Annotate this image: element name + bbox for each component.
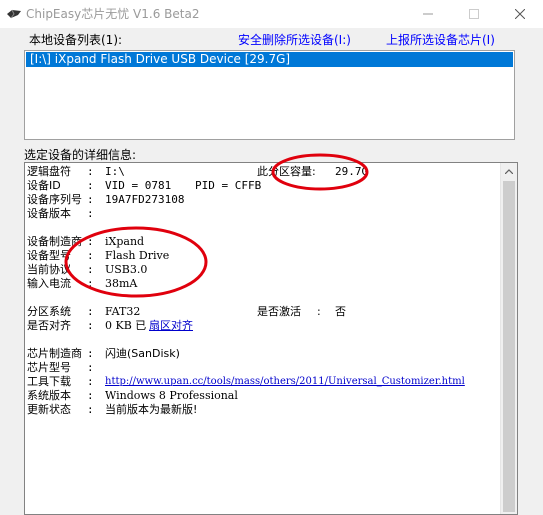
details-scrollbar[interactable] — [500, 163, 517, 514]
version-colon: : — [87, 207, 94, 220]
manufacturer-colon: : — [87, 235, 94, 248]
details-label: 选定设备的详细信息: — [24, 148, 137, 162]
minimize-button[interactable] — [405, 0, 451, 28]
activated-value: 否 — [335, 305, 346, 318]
safe-remove-link[interactable]: 安全删除所选设备(I:) — [238, 31, 351, 48]
update-status-key: 更新状态 — [27, 403, 71, 416]
chip-vendor-value: 闪迪(SanDisk) — [105, 347, 180, 360]
aligned-value: 0 KB 已 — [105, 319, 147, 332]
device-list[interactable]: [I:\] iXpand Flash Drive USB Device [29.… — [24, 50, 515, 140]
manufacturer-key: 设备制造商 — [27, 235, 82, 248]
scroll-up-arrow[interactable] — [501, 163, 517, 180]
chip-vendor-colon: : — [87, 347, 94, 360]
os-version-key: 系统版本 — [27, 389, 71, 402]
drive-letter-key: 逻辑盘符 — [27, 165, 71, 178]
current-key: 输入电流 — [27, 277, 71, 290]
current-value: 38mA — [105, 277, 138, 290]
activated-key: 是否激活 — [257, 305, 301, 318]
title-bar: ChipEasy芯片无忧 V1.6 Beta2 — [0, 0, 543, 28]
capacity-value: 29.7G — [335, 165, 369, 178]
report-chip-link[interactable]: 上报所选设备芯片(I) — [386, 31, 495, 48]
current-colon: : — [87, 277, 94, 290]
serial-colon: : — [87, 193, 94, 206]
protocol-key: 当前协议 — [27, 263, 71, 276]
scroll-thumb[interactable] — [503, 181, 515, 512]
model-key: 设备型号 — [27, 249, 71, 262]
minimize-icon — [423, 13, 433, 15]
aligned-colon: : — [87, 319, 94, 332]
model-value: Flash Drive — [105, 249, 170, 262]
sector-align-link[interactable]: 扇区对齐 — [149, 319, 193, 333]
filesystem-colon: : — [87, 305, 94, 318]
device-list-item[interactable]: [I:\] iXpand Flash Drive USB Device [29.… — [26, 52, 513, 67]
drive-letter-colon: : — [87, 165, 94, 178]
details-panel: 逻辑盘符 : I:\ 此分区容量: 29.7G 设备ID : VID = 078… — [24, 162, 518, 515]
version-key: 设备版本 — [27, 207, 71, 220]
device-pid: PID = CFFB — [195, 179, 262, 192]
serial-key: 设备序列号 — [27, 193, 82, 206]
drive-letter-value: I:\ — [105, 165, 125, 178]
tool-download-link[interactable]: http://www.upan.cc/tools/mass/others/201… — [105, 375, 465, 389]
aligned-key: 是否对齐 — [27, 319, 71, 332]
chip-model-colon: : — [87, 361, 94, 374]
capacity-key: 此分区容量: — [257, 165, 316, 178]
protocol-colon: : — [87, 263, 94, 276]
model-colon: : — [87, 249, 94, 262]
window-title: ChipEasy芯片无忧 V1.6 Beta2 — [26, 7, 200, 21]
device-id-key: 设备ID — [27, 179, 61, 192]
device-id-colon: : — [87, 179, 94, 192]
maximize-button[interactable] — [451, 0, 497, 28]
serial-value: 19A7FD273108 — [105, 193, 185, 206]
device-list-label: 本地设备列表(1): — [29, 33, 123, 47]
update-status-value: 当前版本为最新版! — [105, 403, 198, 416]
chip-vendor-key: 芯片制造商 — [27, 347, 82, 360]
filesystem-value: FAT32 — [105, 305, 141, 318]
activated-colon: : — [317, 305, 321, 318]
device-vid: VID = 0781 — [105, 179, 172, 192]
manufacturer-value: iXpand — [105, 235, 145, 248]
close-button[interactable] — [497, 0, 543, 28]
tool-download-key: 工具下载 — [27, 375, 71, 388]
os-version-colon: : — [87, 389, 94, 402]
filesystem-key: 分区系统 — [27, 305, 71, 318]
chip-model-key: 芯片型号 — [27, 361, 71, 374]
update-status-colon: : — [87, 403, 94, 416]
close-icon — [515, 9, 525, 19]
maximize-icon — [469, 9, 479, 19]
chevron-up-icon — [505, 169, 513, 174]
app-logo-icon — [7, 9, 21, 19]
protocol-value: USB3.0 — [105, 263, 148, 276]
os-version-value: Windows 8 Professional — [105, 389, 238, 402]
main-panel: 本地设备列表(1): 安全删除所选设备(I:) 上报所选设备芯片(I) [I:\… — [0, 28, 543, 515]
tool-download-colon: : — [87, 375, 94, 388]
